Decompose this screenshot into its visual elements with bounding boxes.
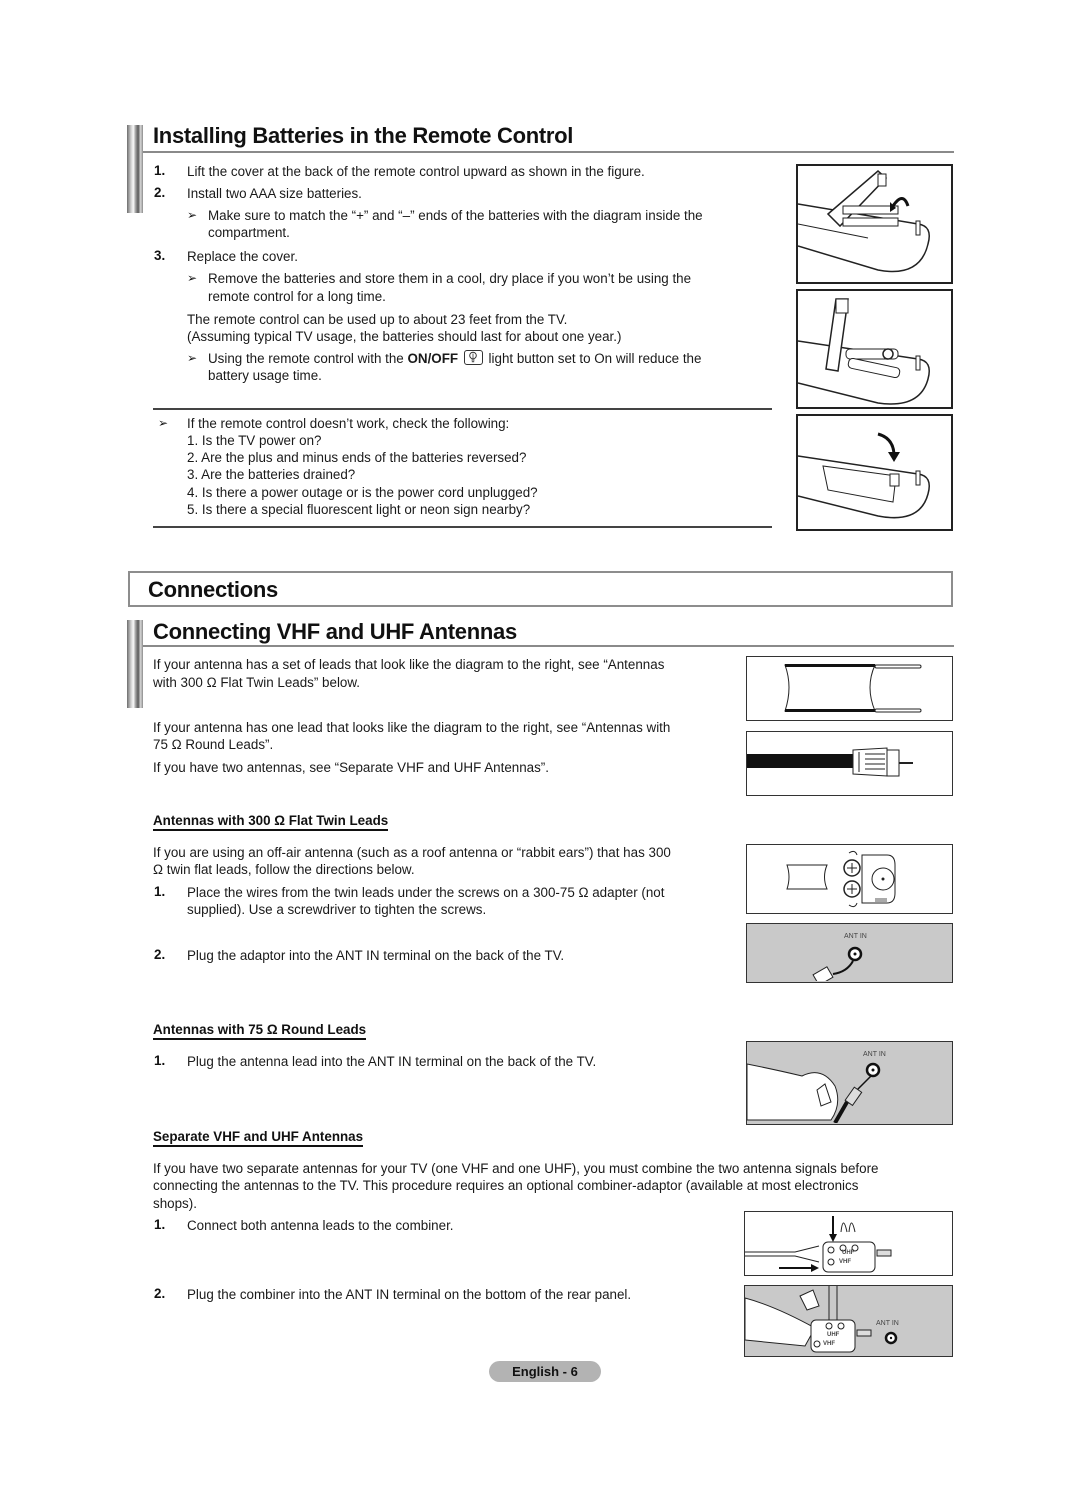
ant-in-hand-figure: ANT IN: [746, 1041, 953, 1125]
ant-in-adapter-figure: ANT IN: [746, 923, 953, 986]
intro-75-text: 75 Ω Round Leads”.: [153, 737, 274, 752]
step-text: Plug the combiner into the ANT IN termin…: [187, 1287, 632, 1302]
note-text: Using the remote control with the ON/OFF…: [208, 350, 701, 367]
round-heading: Antennas with 75 Ω Round Leads: [153, 1022, 367, 1040]
batteries-title: Installing Batteries in the Remote Contr…: [153, 123, 574, 148]
divider: [153, 408, 772, 410]
note-arrow-icon: ➢: [158, 416, 169, 430]
page-number-badge: English - 6: [489, 1361, 601, 1382]
range-text: The remote control can be used up to abo…: [187, 312, 568, 327]
section-bar: [127, 125, 143, 213]
remote-replace-cover-figure: [796, 414, 953, 531]
flat-twin-lead-figure: [746, 656, 953, 721]
note-arrow-icon: ➢: [187, 351, 198, 365]
adapter-figure: [746, 844, 953, 914]
uhf-label: UHF: [827, 1332, 840, 1338]
remote-close-cover-illustration: [797, 432, 930, 519]
separate-intro: connecting the antennas to the TV. This …: [153, 1178, 859, 1193]
on-off-label: ON/OFF: [407, 351, 459, 366]
note-text: remote control for a long time.: [208, 289, 386, 304]
title-rule: [143, 645, 954, 647]
step-number: 1.: [154, 1217, 166, 1232]
step-text: Install two AAA size batteries.: [187, 186, 362, 201]
troubleshoot-item: 2. Are the plus and minus ends of the ba…: [187, 450, 527, 465]
step-text: Replace the cover.: [187, 249, 298, 264]
step-number: 1.: [154, 884, 166, 899]
vhf-label: VHF: [823, 1341, 835, 1347]
remote-insert-batteries-figure: [796, 289, 953, 409]
flat-twin-heading: Antennas with 300 Ω Flat Twin Leads: [153, 813, 389, 831]
separate-heading: Separate VHF and UHF Antennas: [153, 1129, 364, 1147]
step-text: Place the wires from the twin leads unde…: [187, 885, 665, 900]
step-number: 2.: [154, 947, 166, 962]
section-bar: [127, 620, 143, 708]
separate-intro: shops).: [153, 1196, 197, 1211]
ant-in-label: ANT IN: [876, 1320, 899, 1327]
note-text-post: light button set to On will reduce the: [488, 351, 702, 366]
step-number: 3.: [154, 248, 166, 263]
connections-title: Connections: [148, 577, 278, 602]
note-text: battery usage time.: [208, 368, 322, 383]
note-text: Make sure to match the “+” and “–” ends …: [208, 208, 703, 223]
intro-300-text: If your antenna has a set of leads that …: [153, 657, 665, 672]
remote-batteries-illustration: [797, 298, 930, 405]
divider: [153, 526, 772, 528]
step-text: Connect both antenna leads to the combin…: [187, 1218, 454, 1233]
note-text: Remove the batteries and store them in a…: [208, 271, 692, 286]
combiner-plugging-illustration: [744, 1286, 898, 1353]
remote-open-cover-figure: [796, 164, 953, 284]
separate-intro: If you have two separate antennas for yo…: [153, 1161, 879, 1176]
note-text: compartment.: [208, 225, 290, 240]
step-number: 2.: [154, 1286, 166, 1301]
hand-plugging-cable-illustration: [746, 1062, 881, 1124]
combiner-figure: UHF VHF: [744, 1211, 953, 1276]
uhf-label: UHF: [842, 1250, 855, 1256]
coax-cable-illustration: [747, 747, 913, 777]
intro-300-text: with 300 Ω Flat Twin Leads” below.: [153, 675, 361, 690]
remote-open-cover-illustration: [797, 170, 930, 273]
troubleshoot-item: 1. Is the TV power on?: [187, 433, 322, 448]
step-number: 1.: [154, 1053, 166, 1068]
title-rule: [143, 151, 954, 153]
round-lead-figure: [746, 731, 953, 796]
troubleshoot-intro: If the remote control doesn’t work, chec…: [187, 416, 510, 431]
antennas-title: Connecting VHF and UHF Antennas: [153, 619, 517, 644]
troubleshoot-item: 5. Is there a special fluorescent light …: [187, 502, 531, 517]
step-text: Plug the antenna lead into the ANT IN te…: [187, 1054, 597, 1069]
light-bulb-icon: [463, 350, 483, 365]
note-arrow-icon: ➢: [187, 208, 198, 222]
vhf-label: VHF: [839, 1259, 851, 1265]
flat-intro: Ω twin flat leads, follow the directions…: [153, 862, 415, 877]
step-text: Plug the adaptor into the ANT IN termina…: [187, 948, 565, 963]
ant-in-label: ANT IN: [863, 1051, 886, 1058]
flat-twin-lead-illustration: [784, 664, 922, 713]
step-text: Lift the cover at the back of the remote…: [187, 164, 645, 179]
combiner-ant-in-figure: ANT IN UHF VHF: [744, 1285, 953, 1357]
range-text: (Assuming typical TV usage, the batterie…: [187, 329, 622, 344]
adapter-illustration: [786, 850, 896, 908]
note-arrow-icon: ➢: [187, 271, 198, 285]
flat-intro: If you are using an off-air antenna (suc…: [153, 845, 671, 860]
step-number: 2.: [154, 185, 166, 200]
note-text-pre: Using the remote control with the: [208, 351, 404, 366]
intro-two-text: If you have two antennas, see “Separate …: [153, 760, 549, 775]
intro-75-text: If your antenna has one lead that looks …: [153, 720, 671, 735]
step-text: supplied). Use a screwdriver to tighten …: [187, 902, 487, 917]
troubleshoot-item: 3. Are the batteries drained?: [187, 467, 356, 482]
step-number: 1.: [154, 163, 166, 178]
troubleshoot-item: 4. Is there a power outage or is the pow…: [187, 485, 538, 500]
ant-in-label: ANT IN: [844, 933, 867, 940]
